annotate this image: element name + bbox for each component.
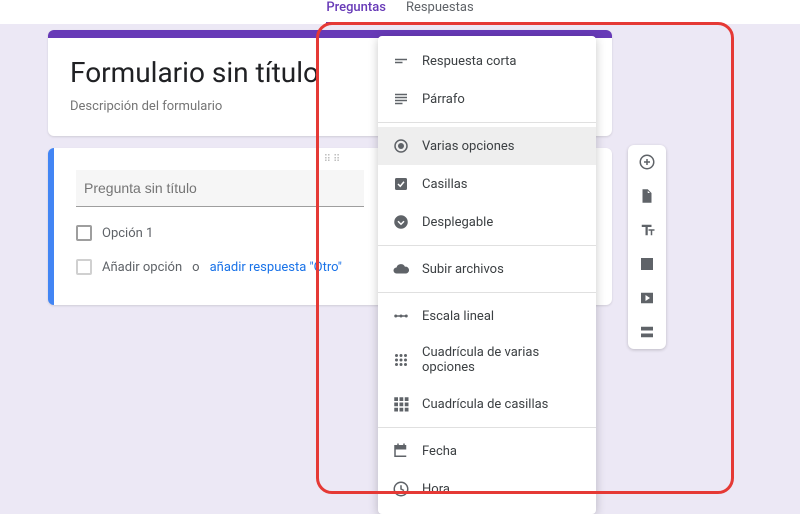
menu-mc-grid[interactable]: Cuadrícula de varias opciones [378, 335, 596, 385]
calendar-icon [392, 442, 410, 460]
image-icon [638, 255, 656, 273]
add-video-button[interactable] [636, 287, 658, 309]
tab-questions[interactable]: Preguntas [326, 0, 386, 24]
plus-circle-icon [638, 153, 656, 171]
clock-icon [392, 480, 410, 498]
menu-cb-grid[interactable]: Cuadrícula de casillas [378, 385, 596, 423]
menu-multiple-choice[interactable]: Varias opciones [378, 127, 596, 165]
menu-paragraph[interactable]: Párrafo [378, 80, 596, 118]
menu-label: Casillas [422, 177, 468, 192]
section-icon [638, 323, 656, 341]
menu-label: Hora [422, 482, 450, 497]
side-toolbar [628, 145, 666, 349]
checkbox-checked-icon [392, 175, 410, 193]
add-other-link[interactable]: añadir respuesta "Otro" [210, 260, 342, 275]
cloud-upload-icon [392, 260, 410, 278]
menu-label: Respuesta corta [422, 54, 517, 69]
video-icon [638, 289, 656, 307]
checkbox-icon [76, 259, 92, 275]
add-section-button[interactable] [636, 321, 658, 343]
or-label: o [192, 260, 199, 275]
add-title-button[interactable] [636, 219, 658, 241]
menu-file-upload[interactable]: Subir archivos [378, 250, 596, 288]
add-option-label[interactable]: Añadir opción [102, 260, 182, 275]
add-image-button[interactable] [636, 253, 658, 275]
drag-handle-icon[interactable]: ⠿⠿ [324, 154, 343, 165]
menu-time[interactable]: Hora [378, 470, 596, 508]
text-tt-icon [638, 221, 656, 239]
linear-scale-icon [392, 307, 410, 325]
radio-icon [392, 137, 410, 155]
tab-responses[interactable]: Respuestas [406, 0, 474, 24]
menu-label: Desplegable [422, 215, 493, 230]
menu-label: Subir archivos [422, 262, 504, 277]
checkbox-icon [76, 225, 92, 241]
top-tabs: Preguntas Respuestas [0, 0, 800, 24]
question-title-input[interactable] [76, 170, 364, 207]
menu-label: Fecha [422, 444, 457, 459]
menu-label: Cuadrícula de varias opciones [422, 345, 582, 375]
import-questions-button[interactable] [636, 185, 658, 207]
menu-label: Párrafo [422, 92, 465, 107]
paragraph-icon [392, 90, 410, 108]
question-type-menu: Respuesta corta Párrafo Varias opciones … [378, 36, 596, 514]
menu-date[interactable]: Fecha [378, 432, 596, 470]
dropdown-icon [392, 213, 410, 231]
option-1-label[interactable]: Opción 1 [102, 226, 153, 241]
menu-linear-scale[interactable]: Escala lineal [378, 297, 596, 335]
menu-label: Escala lineal [422, 309, 494, 324]
menu-short-answer[interactable]: Respuesta corta [378, 42, 596, 80]
grid-radio-icon [392, 351, 410, 369]
menu-dropdown[interactable]: Desplegable [378, 203, 596, 241]
add-question-button[interactable] [636, 151, 658, 173]
grid-checkbox-icon [392, 395, 410, 413]
menu-label: Cuadrícula de casillas [422, 397, 548, 412]
menu-checkboxes[interactable]: Casillas [378, 165, 596, 203]
import-icon [638, 187, 656, 205]
short-text-icon [392, 52, 410, 70]
menu-label: Varias opciones [422, 139, 515, 154]
